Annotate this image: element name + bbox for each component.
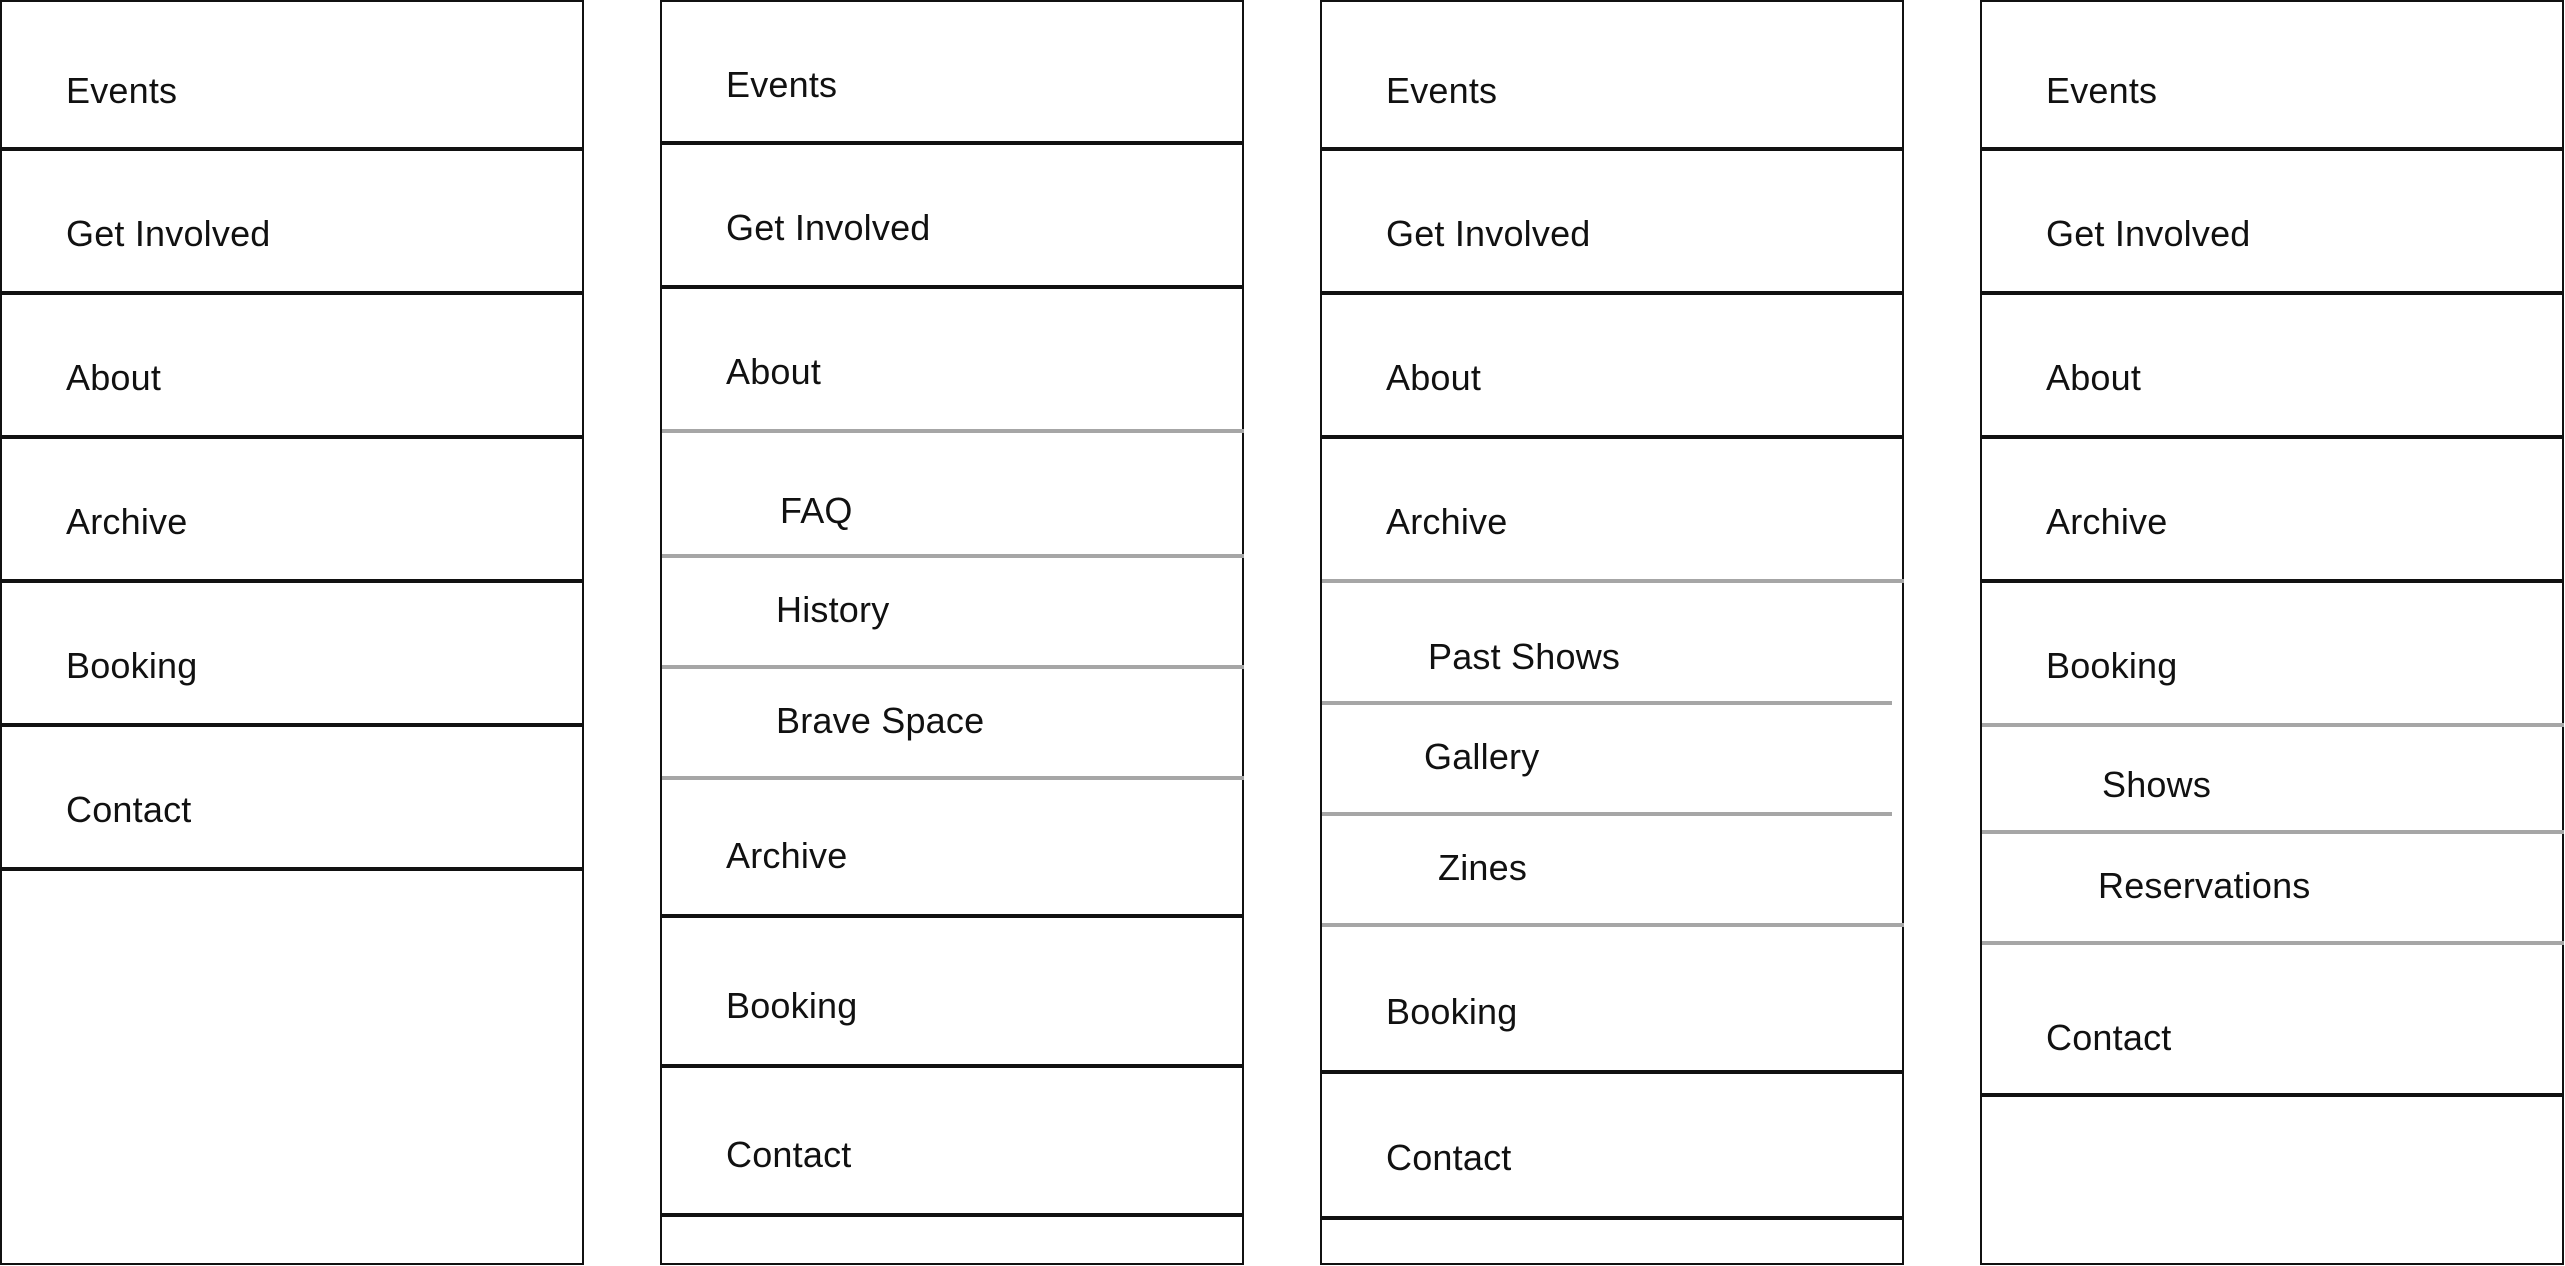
submenu-item-label: Brave Space xyxy=(776,700,985,741)
menu-item-label: About xyxy=(66,357,162,398)
menu-item-booking[interactable]: Booking xyxy=(1982,583,2564,725)
submenu-item-label: Past Shows xyxy=(1428,636,1621,677)
menu-panel-collapsed: Events Get Involved About Archive Bookin… xyxy=(0,0,584,1265)
submenu-item-history[interactable]: History xyxy=(662,558,1244,665)
divider xyxy=(662,1213,1244,1217)
submenu-item-faq[interactable]: FAQ xyxy=(662,433,1244,555)
menu-item-label: Archive xyxy=(1386,501,1508,542)
menu-item-label: Get Involved xyxy=(726,207,931,248)
menu-item-about[interactable]: About xyxy=(1322,295,1904,437)
menu-item-events[interactable]: Events xyxy=(2,2,584,148)
menu-item-label: About xyxy=(726,351,822,392)
menu-item-booking[interactable]: Booking xyxy=(662,918,1244,1066)
menu-item-label: Archive xyxy=(726,835,848,876)
menu-item-get-involved[interactable]: Get Involved xyxy=(1982,151,2564,293)
divider xyxy=(1322,1216,1904,1220)
menu-item-label: Events xyxy=(2046,70,2158,111)
menu-item-label: Contact xyxy=(726,1134,852,1175)
menu-item-label: Archive xyxy=(66,501,188,542)
menu-item-get-involved[interactable]: Get Involved xyxy=(2,151,584,293)
menu-item-about[interactable]: About xyxy=(662,289,1244,431)
menu-item-label: Get Involved xyxy=(2046,213,2251,254)
submenu-item-label: History xyxy=(776,589,890,630)
menu-item-label: Events xyxy=(1386,70,1498,111)
menu-item-archive[interactable]: Archive xyxy=(662,780,1244,915)
menu-item-label: Archive xyxy=(2046,501,2168,542)
menu-item-archive[interactable]: Archive xyxy=(2,439,584,581)
menu-panel-archive-expanded: Events Get Involved About Archive Past S… xyxy=(1320,0,1904,1265)
menu-item-label: Booking xyxy=(1386,991,1518,1032)
submenu-item-gallery[interactable]: Gallery xyxy=(1322,705,1904,813)
submenu-item-shows[interactable]: Shows xyxy=(1982,727,2564,831)
menu-item-booking[interactable]: Booking xyxy=(2,583,584,725)
menu-item-label: Get Involved xyxy=(1386,213,1591,254)
menu-panel-booking-expanded: Events Get Involved About Archive Bookin… xyxy=(1980,0,2564,1265)
submenu-item-label: FAQ xyxy=(780,490,853,531)
menu-item-label: Contact xyxy=(1386,1137,1512,1178)
menu-item-label: Events xyxy=(66,70,178,111)
menu-item-label: Booking xyxy=(726,985,858,1026)
menu-item-archive[interactable]: Archive xyxy=(1322,439,1904,581)
menu-item-contact[interactable]: Contact xyxy=(2,727,584,869)
menu-item-label: About xyxy=(1386,357,1482,398)
menu-item-label: Events xyxy=(726,64,838,105)
menu-item-contact[interactable]: Contact xyxy=(1322,1074,1904,1218)
menu-panel-about-expanded: Events Get Involved About FAQ History Br… xyxy=(660,0,1244,1265)
menu-item-contact[interactable]: Contact xyxy=(662,1068,1244,1214)
menu-item-booking[interactable]: Booking xyxy=(1322,927,1904,1072)
menu-item-label: Get Involved xyxy=(66,213,271,254)
menu-item-events[interactable]: Events xyxy=(1982,2,2564,148)
submenu-item-zines[interactable]: Zines xyxy=(1322,816,1904,924)
submenu-item-reservations[interactable]: Reservations xyxy=(1982,834,2564,942)
submenu-item-past-shows[interactable]: Past Shows xyxy=(1322,583,1904,703)
menu-item-about[interactable]: About xyxy=(2,295,584,437)
menu-item-label: Contact xyxy=(2046,1017,2172,1058)
divider xyxy=(1982,1093,2564,1097)
submenu-item-label: Zines xyxy=(1438,847,1528,888)
menu-item-label: Booking xyxy=(2046,645,2178,686)
menu-item-get-involved[interactable]: Get Involved xyxy=(1322,151,1904,293)
menu-item-events[interactable]: Events xyxy=(1322,2,1904,148)
menu-item-contact[interactable]: Contact xyxy=(1982,945,2564,1095)
divider xyxy=(2,867,584,871)
menu-item-events[interactable]: Events xyxy=(662,2,1244,142)
submenu-item-label: Reservations xyxy=(2098,865,2311,906)
menu-item-get-involved[interactable]: Get Involved xyxy=(662,145,1244,287)
menu-item-archive[interactable]: Archive xyxy=(1982,439,2564,581)
menu-item-about[interactable]: About xyxy=(1982,295,2564,437)
menu-item-label: Contact xyxy=(66,789,192,830)
submenu-item-label: Shows xyxy=(2102,764,2212,805)
menu-item-label: About xyxy=(2046,357,2142,398)
submenu-item-brave-space[interactable]: Brave Space xyxy=(662,669,1244,777)
menu-item-label: Booking xyxy=(66,645,198,686)
submenu-item-label: Gallery xyxy=(1424,736,1540,777)
